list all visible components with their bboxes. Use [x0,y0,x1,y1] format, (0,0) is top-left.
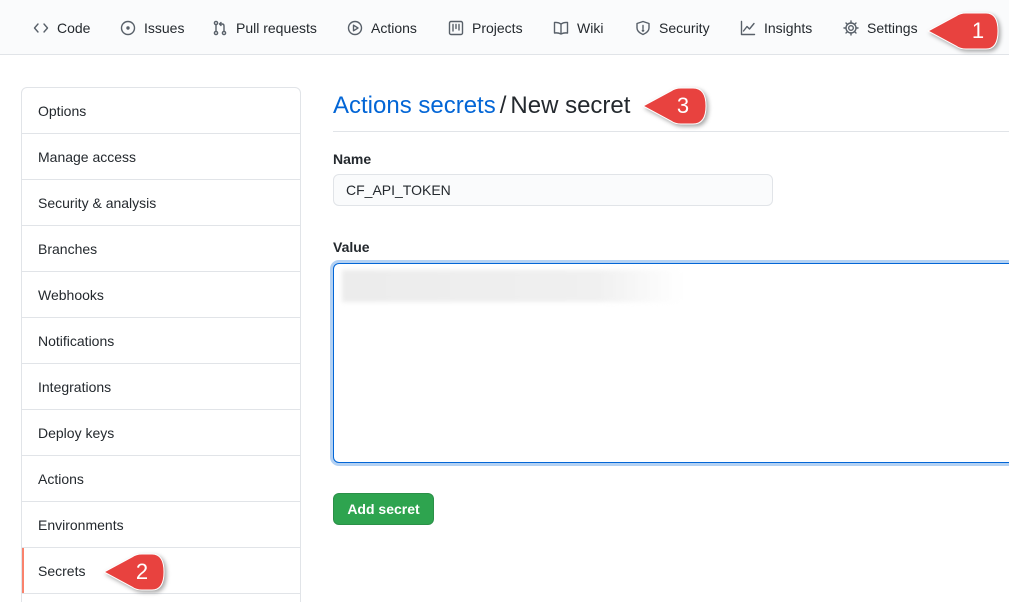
sidebar-item-label: Secrets [38,562,86,579]
sidebar-item-label: Notifications [38,332,115,349]
add-secret-button[interactable]: Add secret [333,493,434,525]
page-title: Actions secrets / New secret [333,92,630,120]
sidebar-item-manage-access[interactable]: Manage access [22,134,300,180]
sidebar-item-branches[interactable]: Branches [22,226,300,272]
annotation-number: 3 [676,93,690,118]
sidebar-item-environments[interactable]: Environments [22,502,300,548]
name-label: Name [333,151,372,167]
gear-icon [843,19,859,36]
nav-tab-actions[interactable]: Actions [347,0,417,55]
sidebar-item-label: Deploy keys [38,424,115,441]
sidebar-item-webhooks[interactable]: Webhooks [22,272,300,318]
shield-icon [636,20,650,35]
divider [333,131,1009,132]
annotation-callout-2: 2 [102,550,178,594]
sidebar-item-notifications[interactable]: Notifications [22,318,300,364]
sidebar-item-label: Branches [38,240,98,257]
sidebar-item-label: Options [38,102,87,119]
sidebar-item-label: Integrations [38,378,112,395]
nav-tab-pull-requests[interactable]: Pull requests [212,0,317,55]
settings-sidebar: Options Manage access Security & analysi… [21,87,301,602]
issue-icon [120,20,136,35]
sidebar-item-label: Environments [38,516,124,533]
nav-tab-code[interactable]: Code [33,0,90,55]
breadcrumb-current: New secret [510,92,631,119]
nav-tab-label: Security [659,19,710,36]
book-icon [553,21,569,35]
breadcrumb-actions-secrets-link[interactable]: Actions secrets [333,92,496,119]
pull-request-icon [213,20,227,35]
secret-value-textarea[interactable] [333,263,1009,463]
nav-tab-label: Actions [371,19,417,36]
play-icon [347,20,363,35]
nav-tab-wiki[interactable]: Wiki [553,0,603,55]
breadcrumb-separator: / [499,92,507,119]
redacted-secret-value [342,270,682,302]
nav-tab-label: Wiki [577,19,604,36]
annotation-callout-1: 1 [926,9,1002,53]
sidebar-item-deploy-keys[interactable]: Deploy keys [22,410,300,456]
project-icon [448,20,464,35]
sidebar-item-security-analysis[interactable]: Security & analysis [22,180,300,226]
secret-name-input[interactable] [333,174,773,206]
nav-tab-issues[interactable]: Issues [120,0,184,55]
repo-nav: Code Issues Pull requests Actions Projec… [0,0,1009,55]
nav-tab-label: Settings [867,19,918,36]
sidebar-item-options[interactable]: Options [22,88,300,134]
sidebar-item-label: Webhooks [38,286,104,303]
nav-tab-label: Insights [764,19,813,36]
nav-tab-projects[interactable]: Projects [448,0,523,55]
nav-tab-security[interactable]: Security [635,0,710,55]
sidebar-item-label: Manage access [38,148,137,165]
nav-tab-label: Issues [144,19,185,36]
annotation-number: 2 [135,559,149,584]
nav-tab-insights[interactable]: Insights [740,0,812,55]
value-label: Value [333,239,370,255]
annotation-number: 1 [971,18,985,43]
nav-tab-label: Pull requests [236,19,317,36]
code-icon [33,22,49,33]
sidebar-item-label: Actions [38,470,84,487]
nav-tab-settings[interactable]: Settings [843,0,918,55]
annotation-callout-3: 3 [641,84,717,128]
nav-tab-label: Code [57,19,91,36]
sidebar-item-actions[interactable]: Actions [22,456,300,502]
nav-tab-label: Projects [472,19,523,36]
sidebar-item-integrations[interactable]: Integrations [22,364,300,410]
sidebar-item-label: Security & analysis [38,194,157,211]
graph-icon [740,20,756,35]
